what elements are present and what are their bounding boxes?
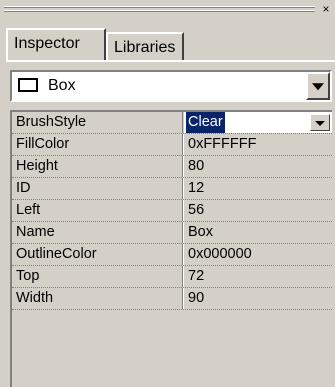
grip-line: [4, 11, 315, 12]
property-value[interactable]: 12: [188, 178, 204, 199]
property-row-name[interactable]: Name Box: [12, 222, 332, 244]
object-selector-value: Box: [48, 77, 76, 94]
chevron-down-icon: [312, 83, 324, 91]
tab-bar: Libraries Inspector: [0, 28, 335, 60]
tab-inspector[interactable]: Inspector: [6, 28, 106, 60]
property-row-height[interactable]: Height 80: [12, 156, 332, 178]
property-row-fillcolor[interactable]: FillColor 0xFFFFFF: [12, 134, 332, 156]
column-divider: [182, 112, 183, 133]
box-shape-icon: [18, 78, 38, 92]
property-value[interactable]: Box: [188, 222, 213, 243]
property-value[interactable]: 56: [188, 200, 204, 221]
property-row-brushstyle[interactable]: BrushStyle Clear: [12, 112, 332, 134]
property-name: Width: [16, 290, 54, 306]
tab-libraries[interactable]: Libraries: [106, 32, 184, 60]
property-row-width[interactable]: Width 90: [12, 288, 332, 310]
column-divider-highlight: [183, 178, 184, 199]
column-divider-highlight: [183, 244, 184, 265]
property-name: ID: [16, 180, 31, 196]
property-grid: BrushStyle Clear FillColor 0xFFFFFF Heig…: [10, 110, 332, 387]
property-name: FillColor: [16, 136, 70, 152]
property-value-dropdown-button[interactable]: [310, 114, 330, 131]
property-name: Name: [16, 224, 55, 240]
property-row-top[interactable]: Top 72: [12, 266, 332, 288]
property-value[interactable]: 0xFFFFFF: [188, 134, 256, 155]
column-divider-highlight: [183, 156, 184, 177]
property-value[interactable]: 90: [188, 288, 204, 309]
property-value[interactable]: Clear: [186, 112, 225, 133]
property-value[interactable]: 80: [188, 156, 204, 177]
property-row-left[interactable]: Left 56: [12, 200, 332, 222]
property-name: Left: [16, 202, 41, 218]
property-row-outlinecolor[interactable]: OutlineColor 0x000000: [12, 244, 332, 266]
property-name: Top: [16, 268, 40, 284]
object-selector-dropdown-button[interactable]: [306, 72, 330, 100]
property-value[interactable]: 0x000000: [188, 244, 252, 265]
panel-title-grip[interactable]: ×: [0, 0, 335, 22]
close-icon[interactable]: ×: [319, 2, 333, 16]
column-divider-highlight: [183, 288, 184, 309]
chevron-down-icon: [315, 120, 325, 126]
column-divider-highlight: [183, 200, 184, 221]
column-divider-highlight: [183, 222, 184, 243]
tab-panel-border: [6, 60, 335, 62]
property-name: Height: [16, 158, 58, 174]
column-divider-highlight: [183, 266, 184, 287]
property-row-id[interactable]: ID 12: [12, 178, 332, 200]
column-divider-highlight: [183, 134, 184, 155]
property-name: OutlineColor: [16, 246, 97, 262]
grip-line: [4, 7, 315, 8]
property-name: BrushStyle: [16, 114, 87, 130]
object-selector[interactable]: Box: [10, 70, 332, 102]
property-value[interactable]: 72: [188, 266, 204, 287]
